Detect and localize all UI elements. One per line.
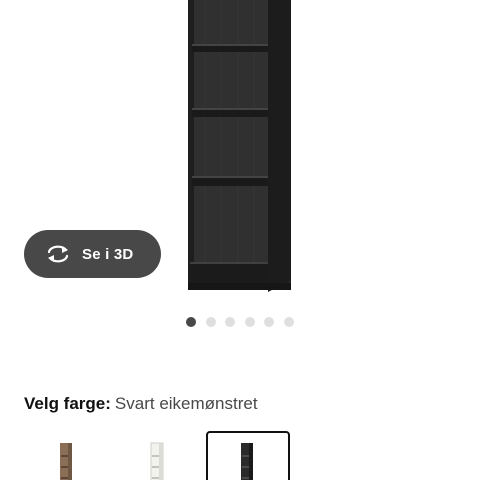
selected-color-value: Svart eikemønstret	[114, 394, 258, 413]
carousel-dot[interactable]	[205, 317, 216, 327]
color-swatch-black[interactable]	[206, 431, 290, 480]
carousel-dot[interactable]	[186, 317, 196, 327]
product-page: Se i 3D Velg farge: Svart eikemønstret	[0, 0, 480, 480]
image-carousel-dots	[186, 317, 294, 327]
white-bookcase-thumbnail	[150, 442, 164, 480]
carousel-dot[interactable]	[283, 317, 294, 327]
rotate-3d-icon	[47, 245, 69, 263]
color-picker-heading: Velg farge: Svart eikemønstret	[24, 393, 258, 415]
color-swatch-white[interactable]	[116, 431, 200, 480]
carousel-dot[interactable]	[225, 317, 235, 327]
color-swatch-brown[interactable]	[24, 431, 108, 480]
carousel-dot[interactable]	[264, 317, 274, 327]
view-in-3d-label: Se i 3D	[82, 245, 134, 263]
black-bookcase-thumbnail	[241, 443, 253, 480]
color-picker-label: Velg farge:	[24, 394, 111, 413]
view-in-3d-button[interactable]: Se i 3D	[24, 230, 161, 278]
carousel-dot[interactable]	[244, 317, 255, 327]
brown-bookcase-thumbnail	[60, 443, 72, 480]
